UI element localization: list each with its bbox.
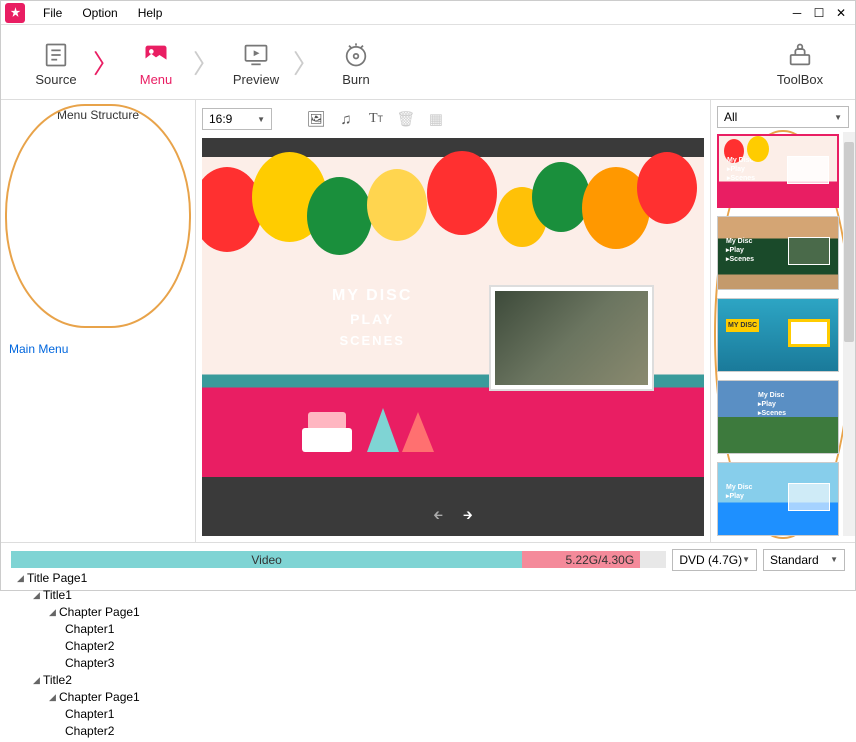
- scrollbar[interactable]: [843, 132, 855, 536]
- chevron-down-icon: ▼: [742, 555, 750, 564]
- tree-item[interactable]: Chapter2: [9, 638, 187, 655]
- step-menu[interactable]: Menu: [116, 25, 196, 100]
- text-button[interactable]: TT: [364, 108, 388, 130]
- balloon-decoration: [307, 177, 372, 255]
- step-label: Source: [35, 72, 76, 87]
- balloon-decoration: [367, 169, 427, 241]
- template-thumbnail[interactable]: My Disc▸Play▸Scenes: [717, 380, 839, 454]
- video-thumbnail: [495, 291, 648, 385]
- template-filter-select[interactable]: All▼: [717, 106, 849, 128]
- chevron-down-icon: ▼: [830, 555, 838, 564]
- step-label: Menu: [140, 72, 173, 87]
- template-thumbnail[interactable]: My Disc▸Play▸Scenes: [717, 134, 839, 208]
- disc-type-select[interactable]: DVD (4.7G)▼: [672, 549, 757, 571]
- tree-item[interactable]: Chapter1: [9, 621, 187, 638]
- chevron-icon: 〉: [296, 25, 316, 100]
- prev-page-button[interactable]: 🡰: [433, 506, 443, 527]
- document-button[interactable]: ▦: [424, 108, 448, 130]
- aspect-ratio-select[interactable]: 16:9▼: [202, 108, 272, 130]
- template-thumbnail[interactable]: MY DISC: [717, 298, 839, 372]
- step-label: Burn: [342, 72, 369, 87]
- app-logo: [5, 3, 25, 23]
- maximize-button[interactable]: ☐: [809, 5, 829, 21]
- video-label: Video: [251, 553, 281, 567]
- balloon-decoration: [427, 151, 497, 235]
- panel-header: Menu Structure: [1, 104, 195, 126]
- step-label: ToolBox: [777, 72, 823, 87]
- image-button[interactable]: 🖼: [304, 108, 328, 130]
- chevron-icon: 〉: [196, 25, 216, 100]
- menu-icon: [142, 38, 170, 72]
- preview-icon: [242, 38, 270, 72]
- chevron-down-icon: ▼: [834, 113, 842, 122]
- burn-icon: [342, 38, 370, 72]
- template-thumbnail[interactable]: My Disc▸Play: [717, 462, 839, 536]
- menu-option[interactable]: Option: [72, 6, 127, 20]
- video-frame[interactable]: [489, 285, 654, 391]
- tree-item[interactable]: ◢Title2: [9, 672, 187, 689]
- delete-button[interactable]: 🗑: [394, 108, 418, 130]
- hat-decoration: [367, 408, 399, 452]
- tree-item[interactable]: Chapter2: [9, 723, 187, 740]
- tree-item[interactable]: ◢Title Page1: [9, 570, 187, 587]
- toolbox-button[interactable]: ToolBox: [760, 25, 840, 100]
- scenes-text[interactable]: SCENES: [332, 333, 412, 348]
- tree-item[interactable]: ◢Chapter Page1: [9, 689, 187, 706]
- tree-item[interactable]: ◢Title1: [9, 587, 187, 604]
- menu-help[interactable]: Help: [128, 6, 173, 20]
- tree-item[interactable]: Chapter1: [9, 706, 187, 723]
- size-label: 5.22G/4.30G: [565, 553, 634, 567]
- tree-main-menu[interactable]: Main Menu: [9, 128, 187, 570]
- menu-preview[interactable]: MY DISC PLAY SCENES: [202, 138, 704, 496]
- disc-title-text[interactable]: MY DISC: [332, 287, 412, 305]
- menu-file[interactable]: File: [33, 6, 72, 20]
- tree-item[interactable]: Chapter3: [9, 655, 187, 672]
- chevron-down-icon: ▼: [257, 115, 265, 124]
- balloon-decoration: [532, 162, 590, 232]
- step-source[interactable]: Source: [16, 25, 96, 100]
- tree-item[interactable]: ◢Chapter Page1: [9, 604, 187, 621]
- toolbox-icon: [786, 38, 814, 72]
- music-button[interactable]: ♫: [334, 108, 358, 130]
- scrollbar-thumb[interactable]: [844, 142, 854, 342]
- balloon-decoration: [637, 152, 697, 224]
- minimize-button[interactable]: ─: [787, 5, 807, 21]
- source-icon: [42, 38, 70, 72]
- hat-decoration: [402, 412, 434, 452]
- step-burn[interactable]: Burn: [316, 25, 396, 100]
- chevron-icon: 〉: [96, 25, 116, 100]
- disc-capacity-bar: Video 5.22G/4.30G: [11, 551, 666, 568]
- quality-select[interactable]: Standard▼: [763, 549, 845, 571]
- template-thumbnail[interactable]: My Disc▸Play▸Scenes: [717, 216, 839, 290]
- next-page-button[interactable]: 🡲: [463, 506, 473, 527]
- play-text[interactable]: PLAY: [332, 311, 412, 327]
- step-preview[interactable]: Preview: [216, 25, 296, 100]
- step-label: Preview: [233, 72, 279, 87]
- cake-decoration: [302, 404, 352, 452]
- close-button[interactable]: ✕: [831, 5, 851, 21]
